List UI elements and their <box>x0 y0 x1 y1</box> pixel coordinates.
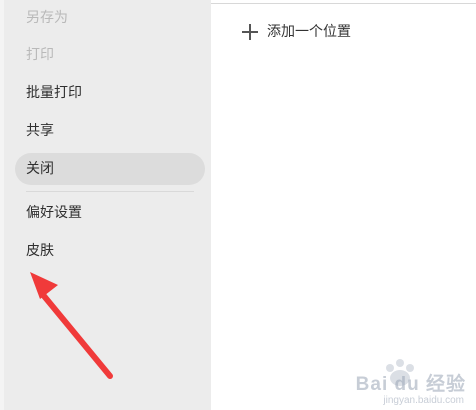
add-location-label: 添加一个位置 <box>267 24 351 40</box>
sidebar-item-print: 打印 <box>26 45 54 65</box>
sidebar-item-close[interactable]: 关闭 <box>26 159 54 179</box>
sidebar-item-batch-print[interactable]: 批量打印 <box>26 83 82 103</box>
add-location-button[interactable]: 添加一个位置 <box>241 22 351 42</box>
baidu-watermark-text: Bai du 经验 <box>355 374 466 395</box>
content-top-border <box>211 3 476 4</box>
sidebar-item-label: 批量打印 <box>26 85 82 101</box>
plus-icon <box>242 24 258 40</box>
sidebar-item-label: 偏好设置 <box>26 205 82 221</box>
sidebar-item-skin[interactable]: 皮肤 <box>26 241 54 261</box>
sidebar-item-label: 另存为 <box>26 10 68 26</box>
baidu-watermark-url: jingyan.baidu.com <box>383 395 464 406</box>
sidebar-item-label: 关闭 <box>26 161 54 177</box>
app-window: 另存为 打印 批量打印 共享 关闭 偏好设置 皮肤 添加一个位置 Bai du … <box>0 0 476 410</box>
sidebar-item-label: 共享 <box>26 123 54 139</box>
sidebar-item-share[interactable]: 共享 <box>26 121 54 141</box>
sidebar-item-label: 打印 <box>26 47 54 63</box>
sidebar-item-label: 皮肤 <box>26 243 54 259</box>
sidebar-divider <box>26 191 194 192</box>
red-arrow-icon <box>30 272 113 379</box>
sidebar-item-preferences[interactable]: 偏好设置 <box>26 203 82 223</box>
sidebar-item-save-as: 另存为 <box>26 8 68 28</box>
